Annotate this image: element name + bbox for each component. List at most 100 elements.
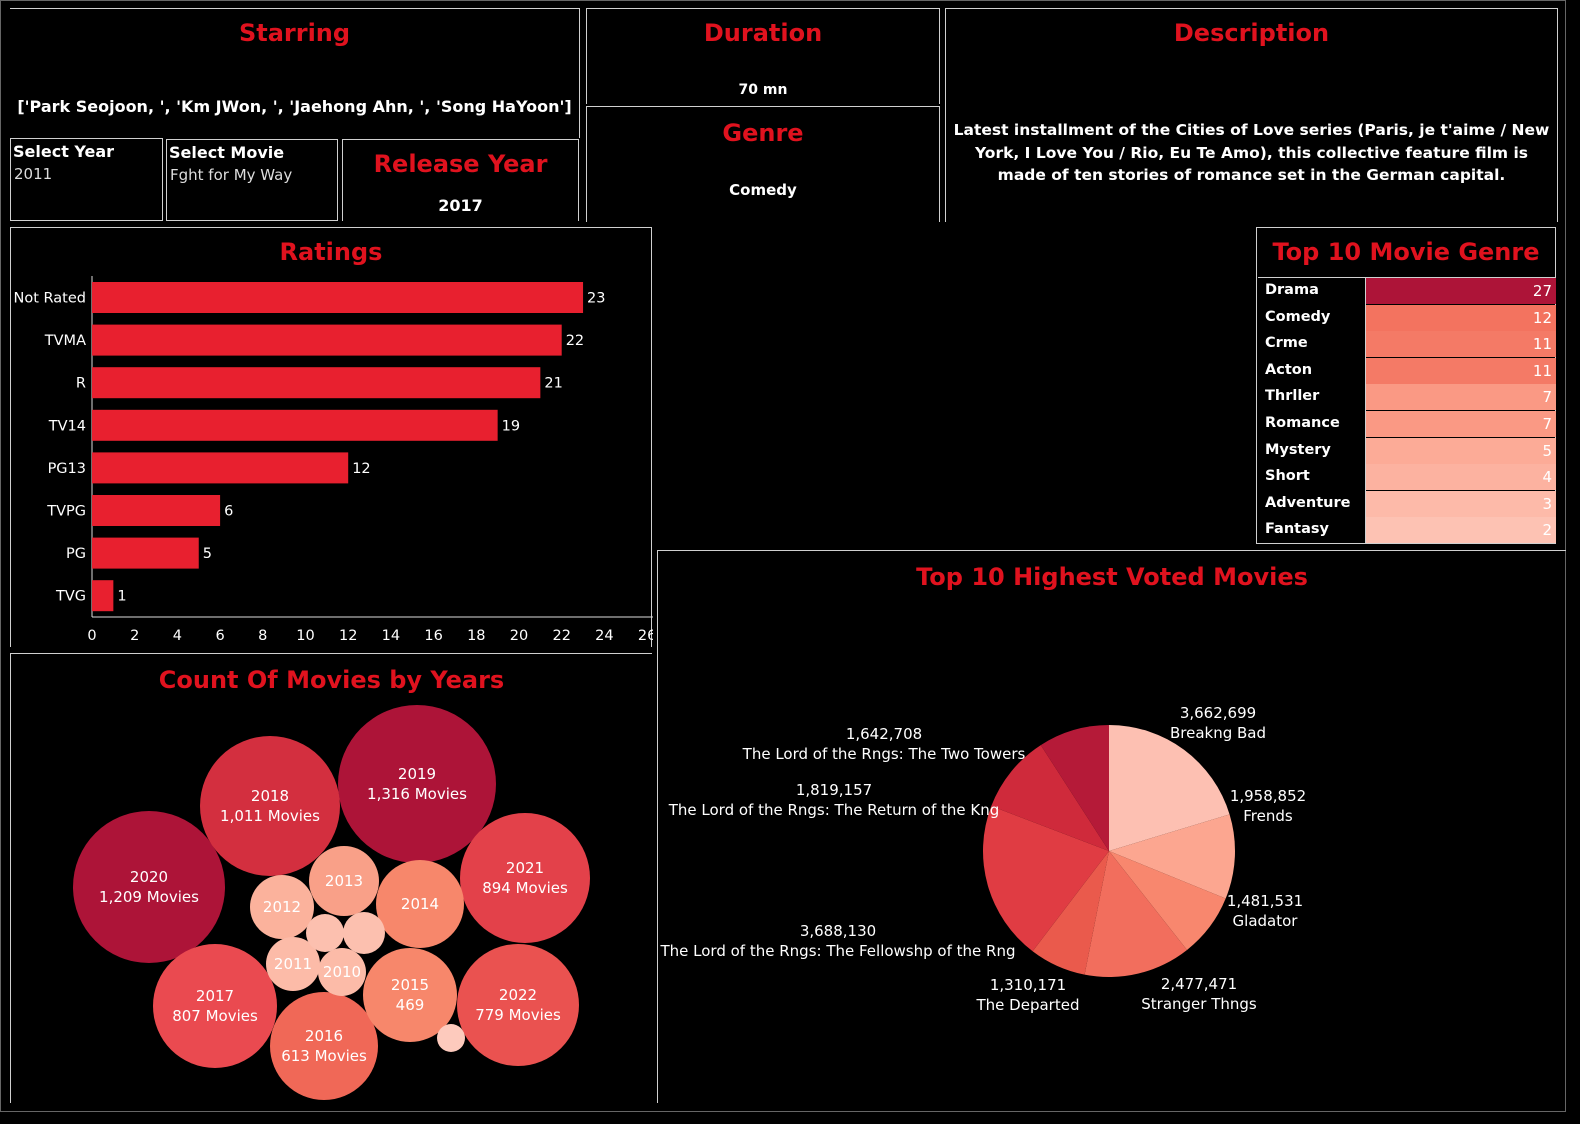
select-movie-value[interactable]: Fght for My Way bbox=[170, 166, 292, 184]
genre-name: Thrller bbox=[1265, 388, 1320, 405]
ratings-x-tick: 22 bbox=[552, 628, 570, 644]
genre-count: 3 bbox=[1542, 494, 1552, 513]
ratings-category-label: R bbox=[76, 376, 86, 392]
ratings-bar[interactable] bbox=[92, 367, 541, 399]
years-bubble-chart: 2019 1,316 Movies 2020 1,209 Movies 2018 1,01… bbox=[73, 705, 590, 1100]
bubble-count-label: 1,316 Movies bbox=[367, 785, 467, 803]
pie-name-label: The Departed bbox=[976, 996, 1080, 1014]
ratings-category-label: Not Rated bbox=[14, 291, 86, 307]
genre-name: Acton bbox=[1265, 361, 1313, 378]
genre-row: Short 4 bbox=[1258, 464, 1556, 491]
pie-name-label: The Lord of the Rngs: The Two Towers bbox=[742, 745, 1026, 763]
genre-row: Drama 27 bbox=[1258, 278, 1556, 304]
ratings-x-tick: 0 bbox=[87, 628, 96, 644]
year-bubble[interactable] bbox=[200, 736, 340, 876]
ratings-bar[interactable] bbox=[92, 324, 562, 356]
duration-title: Duration bbox=[703, 19, 823, 47]
year-bubble[interactable] bbox=[338, 705, 496, 863]
bubble-count-label: 613 Movies bbox=[281, 1047, 367, 1065]
genre-name: Crme bbox=[1265, 335, 1308, 352]
ratings-bar[interactable] bbox=[92, 537, 199, 569]
genre-name: Mystery bbox=[1265, 441, 1331, 458]
ratings-bar[interactable] bbox=[92, 452, 349, 484]
description-panel: Description Latest installment of the Ci… bbox=[945, 8, 1558, 222]
pie-value-label: 3,662,699 bbox=[1179, 704, 1257, 722]
genre-color-cell: 3 bbox=[1366, 490, 1556, 517]
genre-count: 2 bbox=[1542, 521, 1552, 540]
ratings-bar[interactable] bbox=[92, 282, 584, 313]
pie-value-label: 3,688,130 bbox=[799, 922, 877, 940]
ratings-value-label: 12 bbox=[352, 461, 370, 477]
ratings-value-label: 21 bbox=[544, 376, 562, 392]
ratings-value-label: 5 bbox=[203, 546, 212, 562]
genre-name: Comedy bbox=[1265, 308, 1331, 325]
pie-value-label: 1,642,708 bbox=[845, 725, 923, 743]
select-year-filter[interactable]: Select Year 2011 bbox=[10, 138, 163, 221]
starring-panel: Starring ['Park Seojoon, ', 'Km JWon, ',… bbox=[10, 8, 580, 138]
ratings-x-tick: 10 bbox=[296, 628, 314, 644]
year-bubble[interactable] bbox=[460, 813, 590, 943]
genre-name: Fantasy bbox=[1265, 521, 1329, 538]
ratings-value-label: 23 bbox=[587, 291, 605, 307]
year-bubble[interactable] bbox=[153, 944, 277, 1068]
pie-value-label: 1,481,531 bbox=[1226, 892, 1304, 910]
bubble-count-label: 1,011 Movies bbox=[220, 807, 320, 825]
ratings-x-tick: 26 bbox=[638, 628, 653, 644]
pie-name-label: The Lord of the Rngs: The Fellowshp of t… bbox=[660, 942, 1016, 960]
ratings-x-tick: 6 bbox=[215, 628, 224, 644]
genre-title: Genre bbox=[722, 119, 804, 147]
ratings-bar-chart: Not Rated 23TVMA 22R 21TV14 19PG13 12TVPG 6PG 5… bbox=[14, 276, 653, 644]
year-bubble[interactable] bbox=[306, 914, 344, 952]
bubble-year-label: 2020 bbox=[130, 868, 168, 886]
genre-row: Fantasy 2 bbox=[1258, 517, 1556, 544]
genre-color-cell: 11 bbox=[1366, 357, 1556, 384]
bubble-year-label: 2012 bbox=[263, 898, 301, 916]
ratings-x-tick: 18 bbox=[467, 628, 485, 644]
ratings-panel: Ratings Not Rated 23 TVMA 22 R 21 TV14 19 PG13 12… bbox=[10, 227, 653, 647]
ratings-x-tick: 14 bbox=[382, 628, 400, 644]
select-year-label: Select Year bbox=[13, 142, 115, 161]
genre-table-title: Top 10 Movie Genre bbox=[1272, 238, 1540, 266]
year-bubble[interactable] bbox=[270, 992, 378, 1100]
bubble-year-label: 2019 bbox=[398, 765, 436, 783]
pie-value-label: 1,310,171 bbox=[989, 976, 1067, 994]
genre-row: Crme 11 bbox=[1258, 331, 1556, 358]
ratings-category-label: TVMA bbox=[44, 333, 86, 349]
bubble-count-label: 807 Movies bbox=[172, 1007, 258, 1025]
bubble-count-label: 894 Movies bbox=[482, 879, 568, 897]
ratings-bar[interactable] bbox=[92, 495, 221, 526]
pie-slice-label: 1,819,157 The Lord of the Rngs: The Retur… bbox=[634, 780, 1034, 820]
bubble-year-label: 2017 bbox=[196, 987, 234, 1005]
genre-panel: Genre Comedy bbox=[586, 106, 940, 222]
year-bubble[interactable] bbox=[437, 1024, 465, 1052]
pie-name-label: Gladator bbox=[1232, 912, 1298, 930]
genre-count: 12 bbox=[1532, 308, 1552, 327]
genre-count: 11 bbox=[1532, 361, 1552, 380]
genre-count: 27 bbox=[1532, 282, 1552, 300]
bubble-count-label: 779 Movies bbox=[475, 1006, 561, 1024]
select-movie-filter[interactable]: Select Movie Fght for My Way bbox=[166, 139, 338, 221]
genre-color-cell: 11 bbox=[1366, 331, 1556, 358]
genre-name: Adventure bbox=[1265, 494, 1351, 511]
ratings-x-tick: 16 bbox=[424, 628, 442, 644]
pie-slice-label: 1,642,708 The Lord of the Rngs: The Two T… bbox=[684, 724, 1084, 764]
years-panel: Count Of Movies by Years 2019 1,316 Movie… bbox=[10, 653, 652, 1103]
description-title: Description bbox=[1173, 19, 1330, 47]
year-bubble[interactable] bbox=[343, 912, 385, 954]
ratings-bar[interactable] bbox=[92, 409, 498, 441]
release-year-panel: Release Year 2017 bbox=[342, 139, 579, 221]
select-year-value[interactable]: 2011 bbox=[14, 165, 52, 183]
description-value: Latest installment of the Cities of Love… bbox=[953, 121, 1550, 184]
genre-row: Mystery 5 bbox=[1258, 437, 1556, 464]
year-bubble[interactable] bbox=[457, 944, 579, 1066]
duration-value: 70 mn bbox=[738, 82, 788, 98]
ratings-bar[interactable] bbox=[92, 580, 114, 612]
bubble-count-label: 1,209 Movies bbox=[99, 888, 199, 906]
genre-count: 11 bbox=[1532, 335, 1552, 354]
genre-color-cell: 7 bbox=[1366, 411, 1556, 437]
genre-color-cell: 4 bbox=[1366, 464, 1556, 491]
pie-slice-label: 1,481,531 Gladator bbox=[1065, 891, 1465, 931]
starring-title: Starring bbox=[238, 19, 351, 47]
pie-name-label: The Lord of the Rngs: The Return of the … bbox=[668, 801, 1000, 819]
year-bubble[interactable] bbox=[73, 811, 225, 963]
